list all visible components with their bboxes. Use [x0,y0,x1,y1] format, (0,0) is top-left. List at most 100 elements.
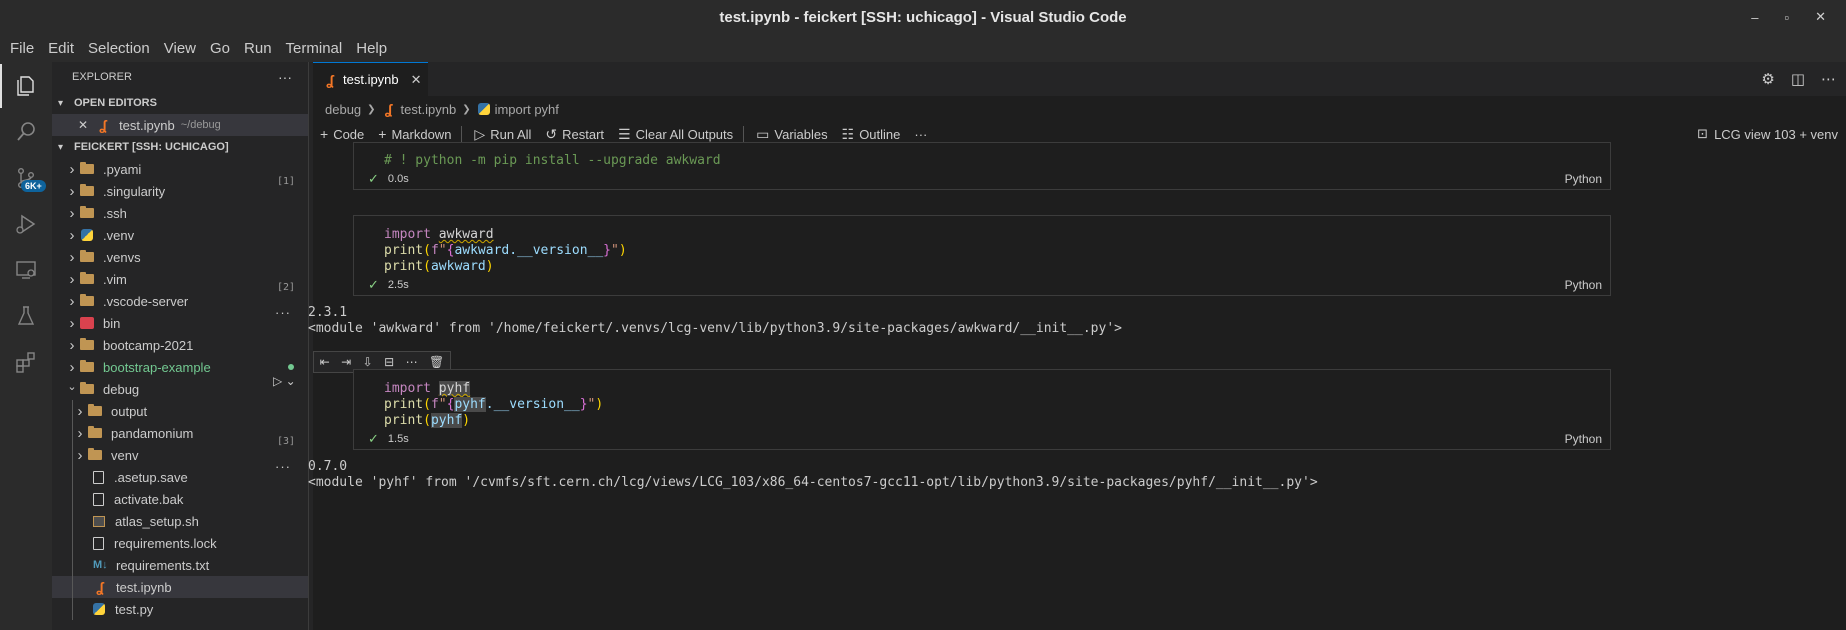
code-cell-1[interactable]: # ! python -m pip install --upgrade awkw… [353,142,1611,190]
tab-test-ipynb[interactable]: ʆ test.ipynb ✕ [313,62,428,96]
tree-item[interactable]: atlas_setup.sh [52,510,308,532]
clear-outputs-button[interactable]: ☰ Clear All Outputs [618,126,733,143]
delete-cell-icon[interactable]: 🗑 [429,355,444,369]
execute-and-below-icon[interactable]: ⇩ [363,355,373,369]
more-actions-icon[interactable]: ⋯ [1821,70,1836,88]
toolbar-more-button[interactable]: ··· [914,127,927,142]
add-markdown-button[interactable]: + Markdown [378,126,451,142]
cell-status: ✓ 2.5s Python [368,277,1602,292]
cell-status: ✓ 1.5s Python [368,431,1602,446]
tree-item[interactable]: › bin [52,312,308,334]
python-folder-icon [81,229,93,241]
check-icon: ✓ [368,277,379,292]
explorer-more-button[interactable]: ··· [278,69,292,85]
tree-item-label: requirements.txt [116,557,210,573]
execute-above-icon[interactable]: ⇤ [320,355,330,369]
menu-selection[interactable]: Selection [88,40,150,57]
tree-item-label: .venvs [103,249,141,265]
cell-editor[interactable]: import awkward print(f"{awkward.__versio… [354,216,1610,275]
cell-language[interactable]: Python [1565,278,1602,292]
notebook-icon: ʆ [384,101,393,117]
tree-item[interactable]: requirements.lock [52,532,308,554]
restart-icon: ↺ [545,125,558,142]
tab-close-icon[interactable]: ✕ [411,72,422,88]
tree-item[interactable]: › pandamonium [52,422,308,444]
extensions-icon[interactable] [0,340,52,384]
chevron-down-icon: ⌄ [67,380,77,393]
python-icon [93,603,105,615]
menu-help[interactable]: Help [356,40,387,57]
folder-icon [80,250,94,262]
remote-explorer-icon[interactable] [0,248,52,292]
split-cell-icon[interactable]: ⊟ [384,355,394,369]
plus-icon: + [378,126,387,142]
code-cell-2[interactable]: import awkward print(f"{awkward.__versio… [353,215,1611,296]
menu-go[interactable]: Go [210,40,230,57]
tree-item[interactable]: › .vscode-server [52,290,308,312]
run-cell-button[interactable]: ▷ ⌄ [273,374,296,388]
folder-icon [80,338,94,350]
menu-file[interactable]: File [10,40,34,57]
breadcrumb-cell[interactable]: import pyhf [495,102,559,117]
split-editor-icon[interactable]: ◫ [1791,70,1805,88]
variables-icon: ▭ [756,125,770,142]
add-code-button[interactable]: + Code [320,126,364,142]
tree-item[interactable]: ʆ test.ipynb [52,576,308,598]
tree-item[interactable]: › output [52,400,308,422]
cell-editor[interactable]: import pyhf print(f"{pyhf.__version__}")… [354,370,1610,429]
menu-edit[interactable]: Edit [48,40,74,57]
explorer-icon[interactable] [0,64,52,108]
tree-item[interactable]: › bootstrap-example [52,356,308,378]
tree-item-label: requirements.lock [114,535,217,551]
close-icon[interactable]: ✕ [78,118,88,132]
run-debug-icon[interactable] [0,202,52,246]
source-control-icon[interactable]: 6K+ [0,156,52,200]
output-more-button[interactable]: ··· [275,459,291,474]
code-cell-3[interactable]: import pyhf print(f"{pyhf.__version__}")… [353,369,1611,450]
tree-item[interactable]: › venv [52,444,308,466]
cell-editor[interactable]: # ! python -m pip install --upgrade awkw… [354,143,1610,169]
tree-item[interactable]: › .ssh [52,202,308,224]
run-all-icon: ▷ [474,125,486,142]
tree-item[interactable]: ⌄ debug [52,378,308,400]
check-icon: ✓ [368,171,379,186]
output-more-button[interactable]: ··· [275,305,291,320]
tab-bar: ʆ test.ipynb ✕ ⚙ ◫ ⋯ [313,62,1846,96]
tree-item[interactable]: › .venvs [52,246,308,268]
outline-button[interactable]: ☷ Outline [842,126,901,143]
tree-item[interactable]: test.py [52,598,308,620]
kernel-picker[interactable]: ⊡ LCG view 103 + venv [1697,120,1838,148]
cell-more-icon[interactable]: ⋯ [406,355,418,369]
tree-item[interactable]: M↓ requirements.txt [52,554,308,576]
tree-item[interactable]: .asetup.save [52,466,308,488]
tree-item[interactable]: › .singularity [52,180,308,202]
tree-item[interactable]: activate.bak [52,488,308,510]
chevron-right-icon: › [77,446,83,464]
settings-gear-icon[interactable]: ⚙ [1761,70,1774,88]
close-window-button[interactable]: ✕ [1815,9,1826,25]
file-icon [93,470,104,484]
cell-language[interactable]: Python [1565,432,1602,446]
tree-item[interactable]: › .pyami [52,158,308,180]
menu-terminal[interactable]: Terminal [286,40,343,57]
variables-button[interactable]: ▭ Variables [756,126,827,143]
breadcrumb-file[interactable]: test.ipynb [401,102,457,117]
execute-below-icon[interactable]: ⇥ [341,355,351,369]
open-editors-header[interactable]: ▾ OPEN EDITORS [52,92,308,114]
menu-view[interactable]: View [164,40,196,57]
tree-item[interactable]: › .vim [52,268,308,290]
maximize-button[interactable]: ▫ [1784,10,1789,25]
workspace-header[interactable]: ▾ FEICKERT [SSH: UCHICAGO] [52,136,308,158]
breadcrumb-folder[interactable]: debug [325,102,361,117]
testing-icon[interactable] [0,294,52,338]
run-all-button[interactable]: ▷ Run All [474,126,531,143]
file-tree: › .pyami › .singularity › .ssh › .venv › .venvs ›.… [52,158,308,620]
search-icon[interactable] [0,110,52,154]
restart-button[interactable]: ↺ Restart [545,126,604,143]
open-editor-item[interactable]: ✕ ʆ test.ipynb ~/debug [52,114,308,136]
minimize-button[interactable]: – [1751,10,1758,25]
tree-item[interactable]: › .venv [52,224,308,246]
menu-run[interactable]: Run [244,40,272,57]
cell-language[interactable]: Python [1565,172,1602,186]
tree-item[interactable]: › bootcamp-2021 [52,334,308,356]
